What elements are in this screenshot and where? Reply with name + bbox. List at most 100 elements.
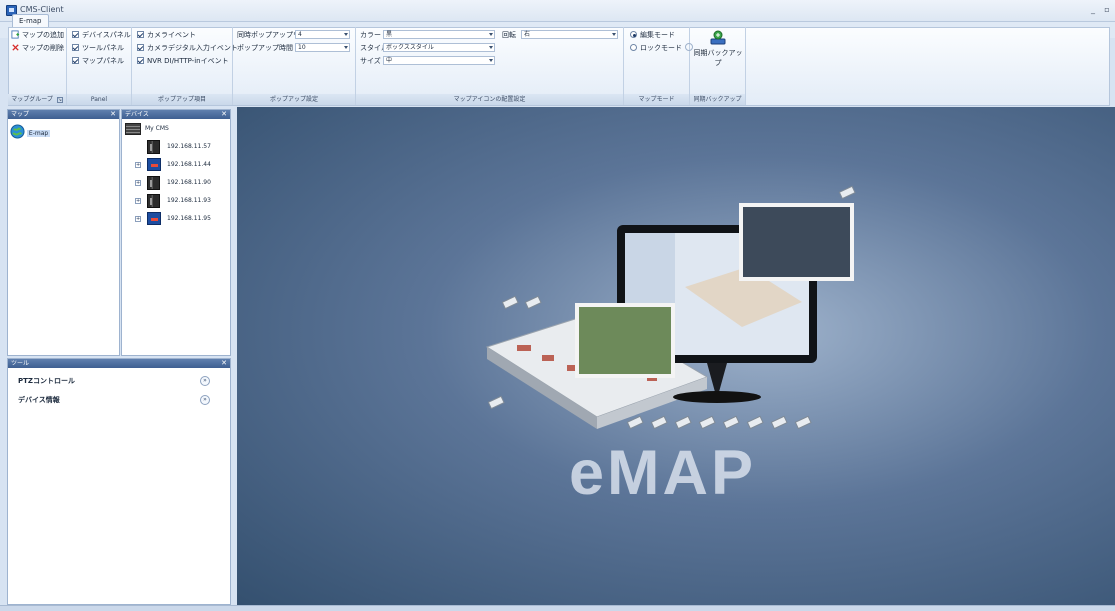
minimize-icon[interactable]: _ — [1087, 4, 1099, 16]
ribbon-group-panel: デバイスパネル ツールパネル マップパネル Panel — [67, 27, 132, 105]
ptz-control-label: PTZコントロール — [18, 377, 75, 385]
map-tree-item-emap[interactable]: E-map — [10, 124, 51, 140]
checkbox-icon — [72, 44, 79, 51]
camera-event-label: カメライベント — [147, 31, 196, 39]
add-map-button[interactable]: マップの追加 — [11, 29, 64, 41]
expand-icon[interactable]: + — [135, 180, 141, 186]
device-tree-item[interactable]: 192.168.11.57 — [125, 140, 229, 154]
ribbon-group-map: マップの追加 マップの削除 マップグループ ↘ — [8, 27, 67, 105]
nvr-icon — [147, 176, 160, 190]
map-panel-toggle[interactable]: マップパネル — [72, 55, 124, 67]
popup-time-select[interactable]: 10 — [295, 43, 350, 52]
map-panel: マップ ✕ E-map — [7, 109, 120, 356]
tool-panel-header: ツール ✕ — [8, 359, 230, 368]
dialog-launcher-icon[interactable]: ↘ — [56, 97, 63, 103]
device-panel-header: デバイス ✕ — [122, 110, 230, 119]
color-select[interactable]: 黒 — [383, 30, 495, 39]
tool-panel-toggle[interactable]: ツールパネル — [72, 42, 124, 54]
nvr-event-label: NVR DI/HTTP-inイベント — [147, 57, 229, 65]
expand-icon[interactable]: + — [135, 162, 141, 168]
edit-mode-radio[interactable]: 編集モード — [630, 29, 675, 41]
device-tree-item[interactable]: +192.168.11.44 — [125, 158, 229, 172]
panel-group-caption: Panel — [67, 94, 131, 105]
tab-emap[interactable]: E-map — [12, 14, 49, 28]
sync-backup-button[interactable]: 同期バックアップ — [693, 29, 743, 67]
checkbox-icon — [72, 31, 79, 38]
radio-icon — [630, 31, 637, 38]
popup-time-label: ポップアップ時間 — [237, 44, 293, 52]
close-icon[interactable]: ✕ — [221, 110, 227, 119]
radio-icon — [630, 44, 637, 51]
popup-items-caption: ポップアップ項目 — [132, 94, 232, 105]
close-icon[interactable]: ✕ — [221, 359, 227, 368]
color-value: 黒 — [386, 31, 393, 38]
map-panel-header: マップ ✕ — [8, 110, 119, 119]
dropdown-arrow-icon — [489, 33, 493, 36]
rotation-value: 右 — [524, 31, 531, 38]
digital-input-event-label: カメラデジタル入力イベント — [147, 44, 238, 52]
close-icon[interactable]: ✕ — [110, 110, 116, 119]
device-tree-item[interactable]: +192.168.11.93 — [125, 194, 229, 208]
rotation-select[interactable]: 右 — [521, 30, 618, 39]
dropdown-arrow-icon — [489, 59, 493, 62]
delete-map-button[interactable]: マップの削除 — [11, 42, 64, 54]
globe-icon — [10, 124, 25, 139]
tool-panel: ツール ✕ PTZコントロール » デバイス情報 » — [7, 358, 231, 605]
style-select[interactable]: ボックススタイル — [383, 43, 495, 52]
checkbox-icon — [137, 57, 144, 64]
add-map-icon — [11, 30, 20, 39]
size-select[interactable]: 中 — [383, 56, 495, 65]
device-tree-item[interactable]: +192.168.11.95 — [125, 212, 229, 226]
size-value: 中 — [386, 57, 393, 64]
device-info-label: デバイス情報 — [18, 396, 60, 404]
digital-input-event-toggle[interactable]: カメラデジタル入力イベント — [137, 42, 238, 54]
dropdown-arrow-icon — [344, 46, 348, 49]
restore-icon[interactable]: ▫ — [1101, 4, 1113, 16]
simultaneous-popup-select[interactable]: 4 — [295, 30, 350, 39]
device-ip-label: 192.168.11.93 — [167, 197, 211, 204]
chevron-down-icon[interactable]: » — [200, 376, 210, 386]
map-group-caption: マップグループ ↘ — [8, 94, 66, 105]
emap-logo: eMAP — [569, 438, 757, 508]
expand-icon[interactable]: + — [135, 216, 141, 222]
lock-mode-radio[interactable]: ロックモード — [630, 42, 693, 54]
sync-backup-icon — [710, 30, 726, 45]
device-tree-item[interactable]: +192.168.11.90 — [125, 176, 229, 190]
map-group-caption-text: マップグループ — [11, 96, 53, 103]
tool-panel-label: ツールパネル — [82, 44, 124, 52]
device-panel-toggle[interactable]: デバイスパネル — [72, 29, 131, 41]
camera-event-toggle[interactable]: カメライベント — [137, 29, 196, 41]
emap-canvas[interactable]: eMAP — [237, 107, 1115, 605]
dropdown-arrow-icon — [489, 46, 493, 49]
checkbox-icon — [137, 44, 144, 51]
emap-illustration — [485, 185, 856, 430]
expand-icon[interactable]: + — [135, 198, 141, 204]
server-icon — [125, 123, 141, 135]
ribbon-group-popup-items: カメライベント カメラデジタル入力イベント NVR DI/HTTP-inイベント… — [132, 27, 238, 105]
style-value: ボックススタイル — [386, 44, 434, 51]
tool-panel-title: ツール — [11, 360, 30, 367]
delete-map-icon — [12, 44, 19, 51]
device-root-label: My CMS — [145, 125, 169, 132]
backup-caption: 同期バックアップ — [690, 94, 745, 105]
map-panel-title: マップ — [11, 111, 30, 118]
device-ip-label: 192.168.11.95 — [167, 215, 211, 222]
device-panel: デバイス ✕ My CMS 192.168.11.57 +192.168.11.44… — [121, 109, 231, 356]
device-tree-root[interactable]: My CMS — [125, 122, 229, 136]
nvr-icon — [147, 194, 160, 208]
ribbon-group-icon-settings: カラー 黒 回転 右 スタイル ボックススタイル サイズ 中 マップアイコンの配… — [356, 27, 624, 105]
ribbon-group-popup-settings: 同時ポップアップウィンドウ数 4 ポップアップ時間 10 ポップアップ設定 — [233, 27, 356, 105]
map-item-label: E-map — [26, 130, 51, 137]
chevron-down-icon[interactable]: » — [200, 395, 210, 405]
size-label: サイズ — [360, 57, 381, 65]
nvr-event-toggle[interactable]: NVR DI/HTTP-inイベント — [137, 55, 229, 67]
device-panel-label: デバイスパネル — [82, 31, 131, 39]
dropdown-arrow-icon — [612, 33, 616, 36]
device-ip-label: 192.168.11.44 — [167, 161, 211, 168]
tool-item-device-info[interactable]: デバイス情報 — [18, 392, 228, 408]
tool-item-ptz[interactable]: PTZコントロール — [18, 373, 228, 389]
status-bar — [0, 605, 1115, 611]
lock-mode-label: ロックモード — [640, 44, 682, 52]
checkbox-icon — [137, 31, 144, 38]
popup-settings-caption: ポップアップ設定 — [233, 94, 355, 105]
